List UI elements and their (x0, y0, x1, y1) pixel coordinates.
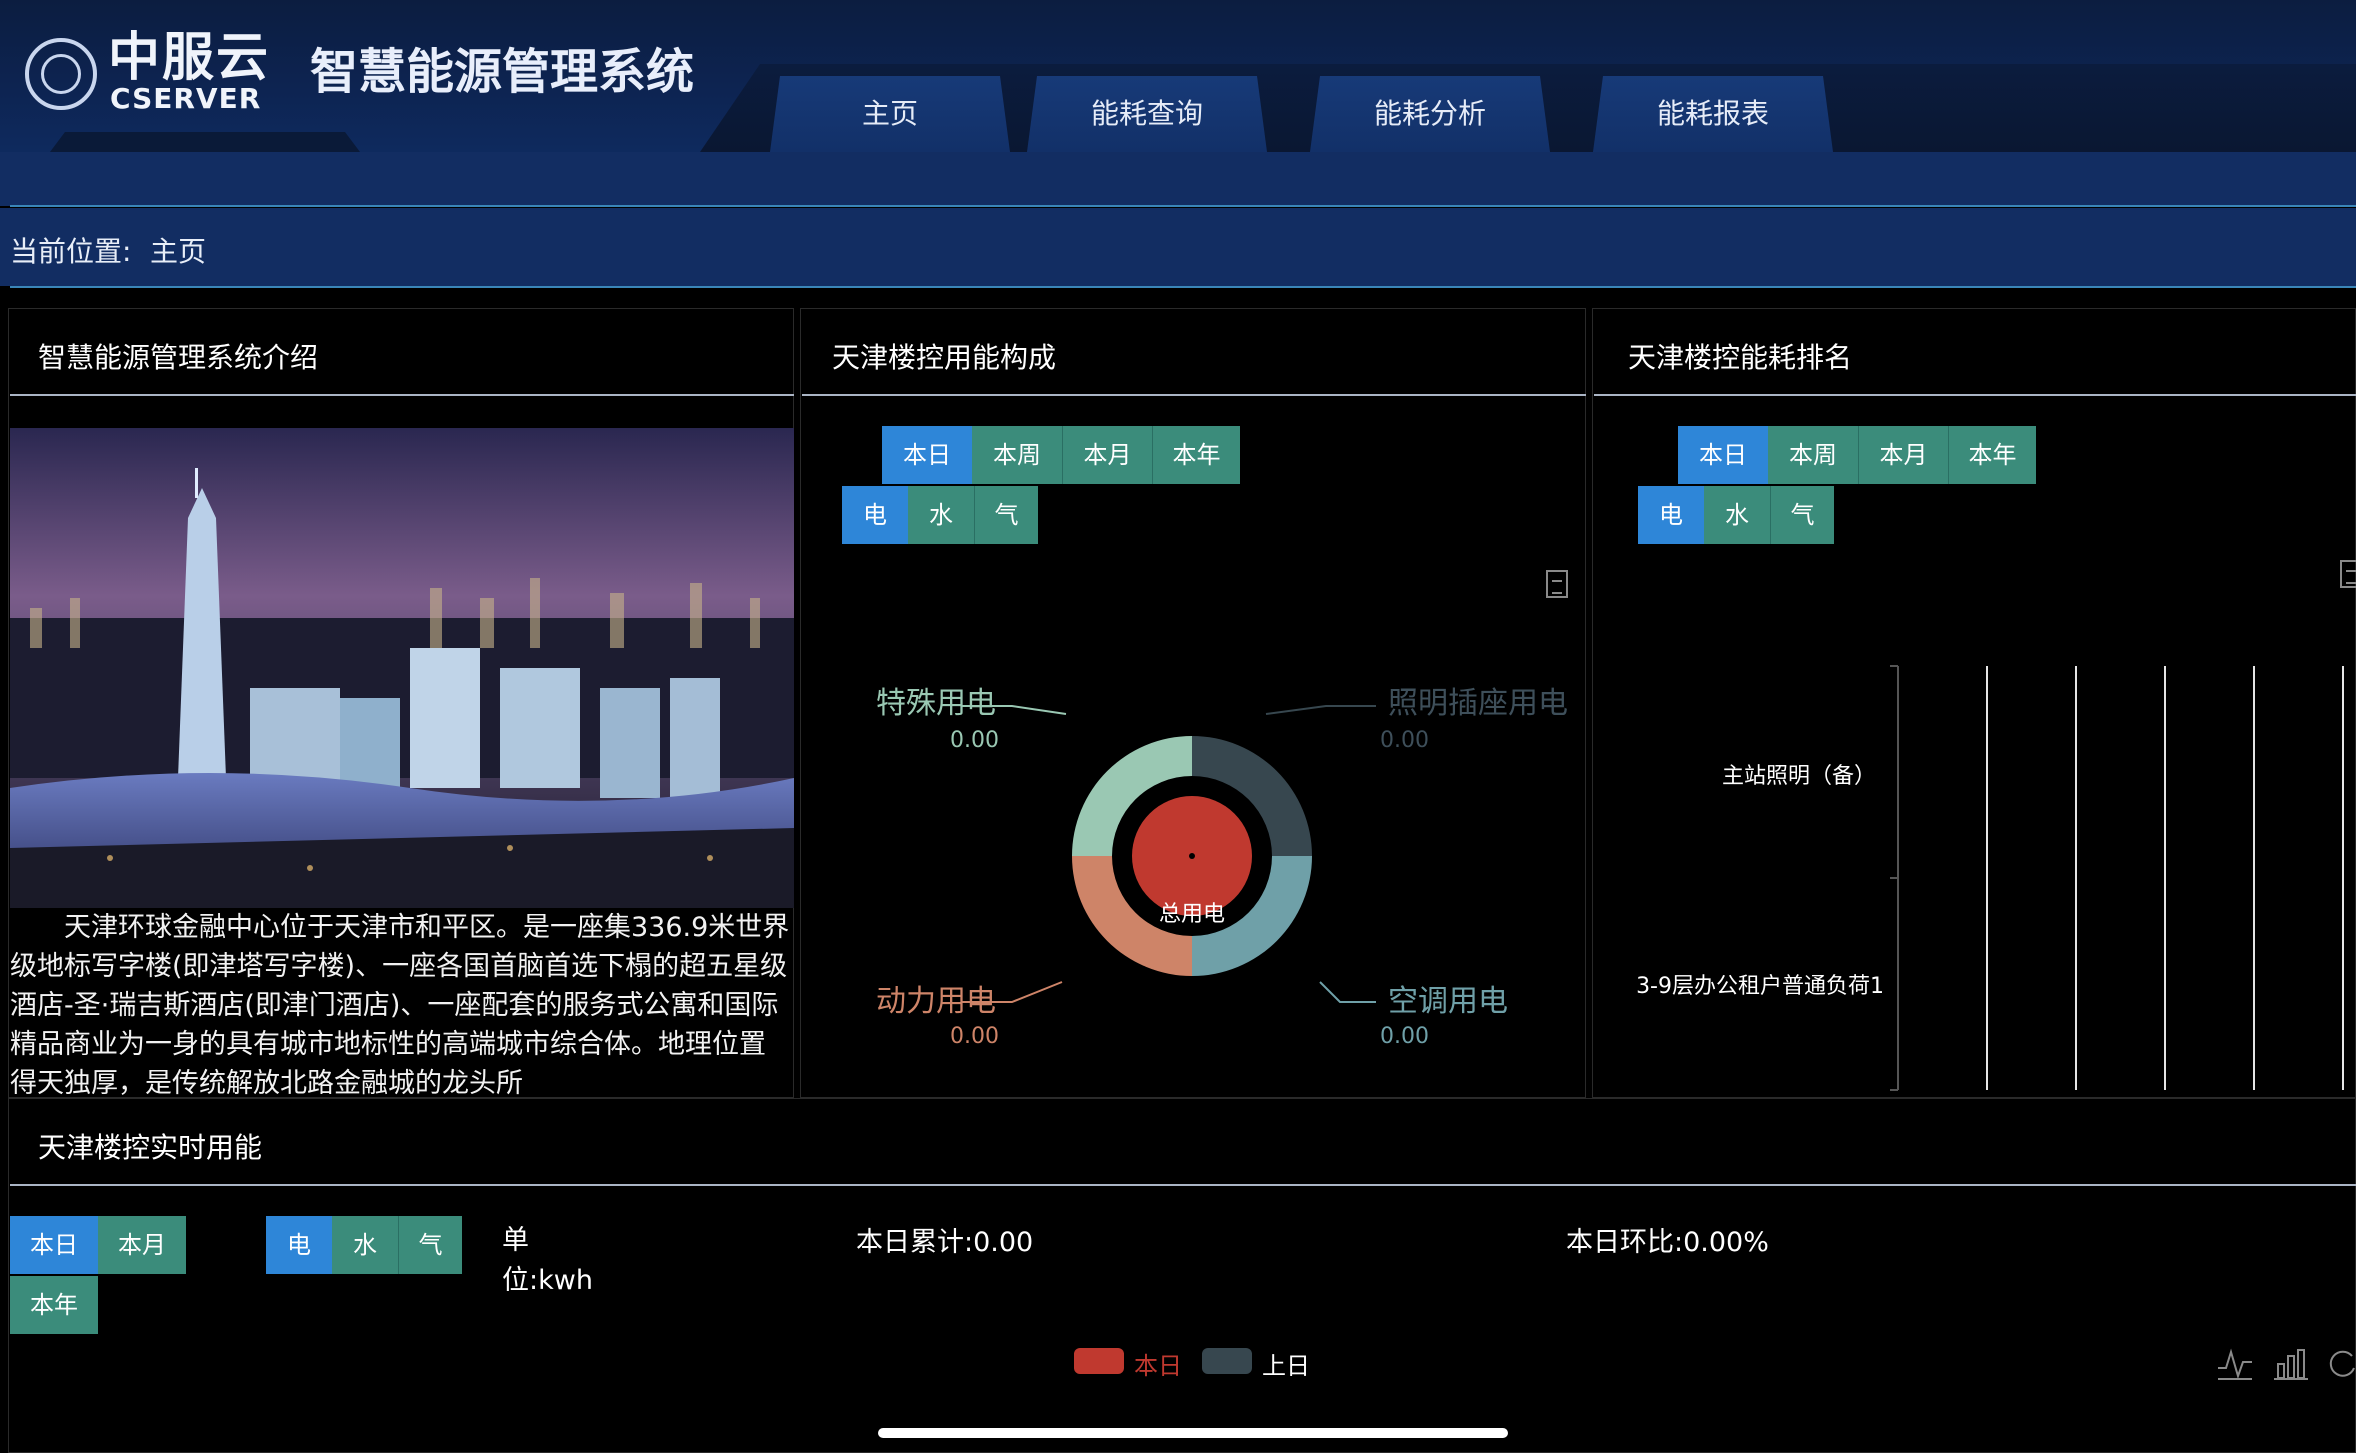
comp-energy-water[interactable]: 水 (908, 486, 974, 544)
logo-text-cn: 中服云 (108, 28, 271, 88)
nav-tab-home[interactable]: 主页 (770, 76, 1010, 152)
rt-energy-gas[interactable]: 气 (398, 1216, 462, 1274)
system-title: 智慧能源管理系统 (310, 44, 695, 100)
divider (10, 394, 794, 396)
legend-label-yesterday[interactable]: 上日 (1262, 1346, 1310, 1381)
ranking-bar-chart (1890, 665, 2344, 1091)
pie-value-special: 0.00 (950, 728, 999, 753)
nav-tab-energy-report[interactable]: 能耗报表 (1593, 76, 1833, 152)
comp-energy-electric[interactable]: 电 (842, 486, 908, 544)
breadcrumb-current[interactable]: 主页 (150, 230, 206, 270)
intro-panel-title: 智慧能源管理系统介绍 (38, 341, 319, 374)
pie-label-special: 特殊用电 (876, 686, 996, 721)
intro-text: 天津环球金融中心位于天津市和平区。是一座集336.9米世界级地标写字楼(即津塔写… (10, 912, 790, 1096)
rt-period-day[interactable]: 本日 (10, 1216, 98, 1274)
pie-value-lighting: 0.00 (1380, 728, 1429, 753)
pie-value-aircon: 0.00 (1380, 1024, 1429, 1049)
unit-label: 位:kwh (502, 1265, 593, 1296)
divider (1594, 394, 2356, 396)
comp-period-month[interactable]: 本月 (1062, 426, 1152, 484)
rt-period-year[interactable]: 本年 (10, 1276, 98, 1334)
divider (10, 205, 2356, 207)
rt-energy-electric[interactable]: 电 (266, 1216, 332, 1274)
unit-label: 单 (502, 1225, 529, 1256)
refresh-icon[interactable] (2326, 1346, 2356, 1382)
header-base-decoration (50, 132, 360, 152)
rank-energy-electric[interactable]: 电 (1638, 486, 1704, 544)
rt-period-month[interactable]: 本月 (98, 1216, 186, 1274)
rank-period-month[interactable]: 本月 (1858, 426, 1948, 484)
ranking-panel-title: 天津楼控能耗排名 (1628, 341, 1853, 374)
daily-ratio: 本日环比:0.00% (1566, 1227, 1769, 1258)
legend-swatch-today[interactable] (1074, 1348, 1124, 1374)
divider (10, 1184, 2356, 1186)
breadcrumb: 当前位置: 主页 (0, 208, 2356, 286)
divider (10, 286, 2356, 288)
home-indicator (878, 1428, 1508, 1438)
nav-bar (0, 152, 2356, 206)
rank-period-year[interactable]: 本年 (1948, 426, 2036, 484)
line-chart-icon[interactable] (2216, 1346, 2256, 1382)
rank-period-week[interactable]: 本周 (1768, 426, 1858, 484)
nav-tab-energy-analysis[interactable]: 能耗分析 (1310, 76, 1550, 152)
composition-panel-title: 天津楼控用能构成 (832, 341, 1057, 374)
rt-energy-water[interactable]: 水 (332, 1216, 398, 1274)
comp-period-year[interactable]: 本年 (1152, 426, 1240, 484)
pie-label-aircon: 空调用电 (1388, 984, 1508, 1019)
logo-text-en: CSERVER (110, 82, 262, 115)
rank-category-label: 3-9层办公租户普通负荷1 (1636, 974, 1884, 999)
pie-center-label: 总用电 (1158, 902, 1225, 927)
legend-swatch-yesterday[interactable] (1202, 1348, 1252, 1374)
rank-period-day[interactable]: 本日 (1678, 426, 1768, 484)
comp-energy-gas[interactable]: 气 (974, 486, 1038, 544)
rank-energy-gas[interactable]: 气 (1770, 486, 1834, 544)
nav-tab-energy-query[interactable]: 能耗查询 (1027, 76, 1267, 152)
comp-period-week[interactable]: 本周 (972, 426, 1062, 484)
export-document-icon[interactable] (2340, 560, 2356, 588)
logo-emblem-icon (25, 38, 97, 110)
pie-center-dot (1189, 853, 1195, 859)
daily-total: 本日累计:0.00 (856, 1227, 1034, 1258)
rank-category-label: 主站照明（备） (1721, 764, 1876, 789)
legend-label-today[interactable]: 本日 (1134, 1346, 1182, 1381)
realtime-panel (8, 1098, 2356, 1453)
building-photo (10, 428, 794, 908)
rank-energy-water[interactable]: 水 (1704, 486, 1770, 544)
divider (802, 394, 1586, 396)
bar-chart-icon[interactable] (2272, 1346, 2312, 1382)
pie-value-power: 0.00 (950, 1024, 999, 1049)
export-document-icon[interactable] (1546, 570, 1568, 598)
comp-period-day[interactable]: 本日 (882, 426, 972, 484)
pie-label-power: 动力用电 (876, 984, 996, 1019)
pie-label-lighting: 照明插座用电 (1388, 686, 1568, 721)
realtime-panel-title: 天津楼控实时用能 (38, 1131, 263, 1164)
breadcrumb-label: 当前位置: (10, 235, 132, 268)
